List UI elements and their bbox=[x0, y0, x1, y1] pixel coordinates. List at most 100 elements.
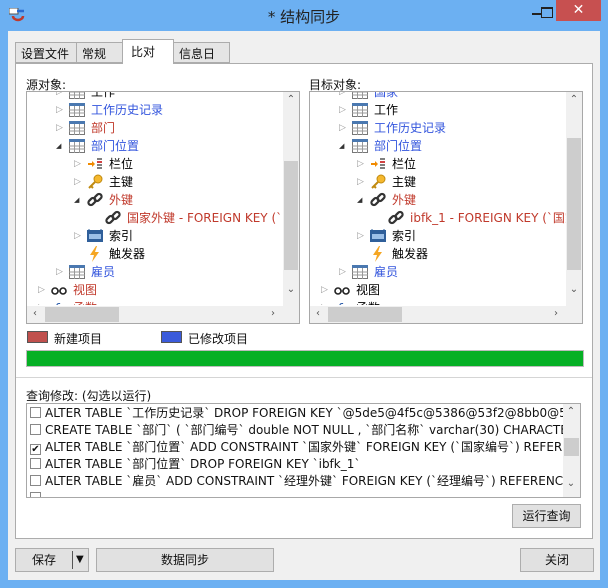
run-query-button[interactable]: 运行查询 bbox=[512, 504, 581, 528]
tree-node[interactable]: ◢ 部门位置 bbox=[27, 137, 283, 155]
collapse-arrow-icon[interactable]: ◢ bbox=[357, 191, 367, 209]
scroll-down-icon[interactable]: ⌄ bbox=[566, 284, 582, 295]
query-checkbox[interactable] bbox=[30, 407, 41, 418]
query-vertical-scrollbar[interactable]: ⌃ ⌄ bbox=[563, 404, 580, 497]
expand-arrow-icon[interactable]: ▷ bbox=[339, 119, 349, 137]
tree-node[interactable]: ▷ 栏位 bbox=[27, 155, 283, 173]
expand-arrow-icon[interactable]: ▷ bbox=[56, 101, 66, 119]
query-item[interactable]: ALTER TABLE `部门位置` DROP FOREIGN KEY `ibf… bbox=[30, 455, 360, 473]
scroll-up-icon[interactable]: ⌃ bbox=[566, 94, 582, 105]
query-checkbox[interactable] bbox=[30, 475, 41, 486]
collapse-arrow-icon[interactable]: ◢ bbox=[74, 191, 84, 209]
expand-arrow-icon[interactable]: ▷ bbox=[339, 92, 349, 101]
source-horizontal-scrollbar[interactable]: ‹ › bbox=[27, 306, 299, 323]
save-button[interactable]: 保存 ▼ bbox=[15, 548, 89, 572]
target-horizontal-scrollbar[interactable]: ‹ › bbox=[310, 306, 582, 323]
expand-arrow-icon[interactable]: ▷ bbox=[74, 155, 84, 173]
scroll-left-icon[interactable]: ‹ bbox=[310, 308, 326, 319]
query-checkbox[interactable] bbox=[30, 492, 41, 497]
tree-node[interactable]: ▷ 索引 bbox=[27, 227, 283, 245]
query-checkbox[interactable] bbox=[30, 458, 41, 469]
scroll-thumb[interactable] bbox=[564, 438, 579, 456]
tree-node[interactable]: ▷ 工作 bbox=[27, 92, 283, 101]
scroll-right-icon[interactable]: › bbox=[548, 308, 564, 319]
query-item[interactable]: ✔ ALTER TABLE `部门位置` ADD CONSTRAINT `国家外键… bbox=[30, 438, 563, 456]
tab-message-log[interactable]: 信息日志 bbox=[173, 42, 230, 78]
scroll-down-icon[interactable]: ⌄ bbox=[283, 284, 299, 295]
new-item-label: 新建项目 bbox=[54, 332, 103, 346]
tree-node[interactable]: ▷ 工作历史记录 bbox=[310, 119, 566, 137]
scroll-down-icon[interactable]: ⌄ bbox=[563, 478, 579, 489]
query-list[interactable]: ALTER TABLE `工作历史记录` DROP FOREIGN KEY `@… bbox=[26, 403, 581, 498]
query-text: ALTER TABLE `工作历史记录` DROP FOREIGN KEY `@… bbox=[45, 406, 563, 420]
tree-node[interactable]: ▷ f 函数 bbox=[310, 299, 566, 305]
tree-node[interactable]: ▷ 主键 bbox=[27, 173, 283, 191]
expand-arrow-icon[interactable]: ▷ bbox=[357, 227, 367, 245]
tree-node[interactable]: ▷ 国家 bbox=[310, 92, 566, 101]
target-vertical-scrollbar[interactable]: ⌃ ⌄ bbox=[566, 92, 582, 306]
tree-node[interactable]: ▷ 部门 bbox=[27, 119, 283, 137]
tab-compare[interactable]: 比对 bbox=[122, 39, 174, 64]
tree-node[interactable]: ▷ 索引 bbox=[310, 227, 566, 245]
tree-node[interactable]: 触发器 bbox=[27, 245, 283, 263]
expand-arrow-icon[interactable]: ▷ bbox=[38, 299, 48, 305]
scroll-thumb[interactable] bbox=[45, 307, 119, 322]
scroll-thumb[interactable] bbox=[328, 307, 402, 322]
tree-node[interactable]: ◢ 外键 bbox=[310, 191, 566, 209]
target-tree[interactable]: ▷ 国家 ▷ 工作 ▷ 工作历史记录 ◢ 部门位置 ▷ 栏位 ▷ 主键 ◢ 外键 ibfk_1 - FORE… bbox=[309, 91, 583, 324]
scroll-left-icon[interactable]: ‹ bbox=[27, 308, 43, 319]
tree-node[interactable]: ◢ 部门位置 bbox=[310, 137, 566, 155]
expand-arrow-icon[interactable]: ▷ bbox=[357, 173, 367, 191]
tree-node[interactable]: ▷ 雇员 bbox=[27, 263, 283, 281]
query-checkbox[interactable]: ✔ bbox=[30, 444, 41, 455]
scroll-right-icon[interactable]: › bbox=[265, 308, 281, 319]
tree-node[interactable]: ▷ 工作 bbox=[310, 101, 566, 119]
dropdown-arrow-icon[interactable]: ▼ bbox=[76, 549, 84, 571]
tree-node[interactable]: ▷ f 函数 bbox=[27, 299, 283, 305]
collapse-arrow-icon[interactable]: ◢ bbox=[56, 137, 66, 155]
tree-node[interactable]: 触发器 bbox=[310, 245, 566, 263]
tab-label: 比对 bbox=[131, 45, 156, 59]
expand-arrow-icon[interactable]: ▷ bbox=[357, 155, 367, 173]
close-window-button[interactable]: ✕ bbox=[556, 0, 601, 21]
expand-arrow-icon[interactable]: ▷ bbox=[321, 299, 331, 305]
tree-node[interactable]: ▷ 栏位 bbox=[310, 155, 566, 173]
tree-node[interactable]: ibfk_1 - FOREIGN KEY (`国家编号`) bbox=[310, 209, 566, 227]
expand-arrow-icon[interactable]: ▷ bbox=[321, 281, 331, 299]
expand-arrow-icon[interactable]: ▷ bbox=[56, 119, 66, 137]
source-vertical-scrollbar[interactable]: ⌃ ⌄ bbox=[283, 92, 299, 306]
scroll-thumb[interactable] bbox=[284, 161, 298, 270]
tab-general[interactable]: 常规 bbox=[76, 42, 123, 63]
expand-arrow-icon[interactable]: ▷ bbox=[56, 263, 66, 281]
tree-node[interactable]: ▷ 主键 bbox=[310, 173, 566, 191]
expand-arrow-icon[interactable]: ▷ bbox=[74, 173, 84, 191]
expand-arrow-icon[interactable]: ▷ bbox=[74, 227, 84, 245]
collapse-arrow-icon[interactable]: ◢ bbox=[339, 137, 349, 155]
close-button[interactable]: 关闭 bbox=[520, 548, 594, 572]
source-tree[interactable]: ▷ 工作 ▷ 工作历史记录 ▷ 部门 ◢ 部门位置 ▷ 栏位 ▷ 主键 ◢ 外键 国家外键 - FOREIG… bbox=[26, 91, 300, 324]
tree-node[interactable]: ▷ 雇员 bbox=[310, 263, 566, 281]
expand-arrow-icon[interactable]: ▷ bbox=[339, 263, 349, 281]
tab-settings-file[interactable]: 设置文件 bbox=[15, 42, 77, 63]
tree-node[interactable]: ▷ 视图 bbox=[27, 281, 283, 299]
scroll-up-icon[interactable]: ⌃ bbox=[283, 94, 299, 105]
tree-node[interactable]: ▷ 工作历史记录 bbox=[27, 101, 283, 119]
tree-node[interactable]: ◢ 外键 bbox=[27, 191, 283, 209]
link-icon bbox=[370, 192, 386, 208]
tree-node-label: 部门位置 bbox=[91, 139, 140, 153]
query-text: ALTER TABLE `部门位置` ADD CONSTRAINT `国家外键`… bbox=[45, 440, 563, 454]
scroll-thumb[interactable] bbox=[567, 138, 581, 270]
data-sync-button[interactable]: 数据同步 bbox=[96, 548, 274, 572]
query-item[interactable]: ALTER TABLE `工作历史记录` DROP FOREIGN KEY `@… bbox=[30, 404, 563, 422]
tree-node[interactable]: ▷ 视图 bbox=[310, 281, 566, 299]
expand-arrow-icon[interactable]: ▷ bbox=[56, 92, 66, 101]
tree-node[interactable]: 国家外键 - FOREIGN KEY (`国家编号`) bbox=[27, 209, 283, 227]
query-item[interactable]: CREATE TABLE `部门` ( `部门编号` double NOT NU… bbox=[30, 421, 563, 439]
query-item[interactable] bbox=[30, 489, 45, 497]
tree-node-label: 索引 bbox=[392, 229, 417, 243]
query-checkbox[interactable] bbox=[30, 424, 41, 435]
expand-arrow-icon[interactable]: ▷ bbox=[38, 281, 48, 299]
scroll-up-icon[interactable]: ⌃ bbox=[563, 406, 579, 417]
query-item[interactable]: ALTER TABLE `雇员` ADD CONSTRAINT `经理外键` F… bbox=[30, 472, 563, 490]
expand-arrow-icon[interactable]: ▷ bbox=[339, 101, 349, 119]
